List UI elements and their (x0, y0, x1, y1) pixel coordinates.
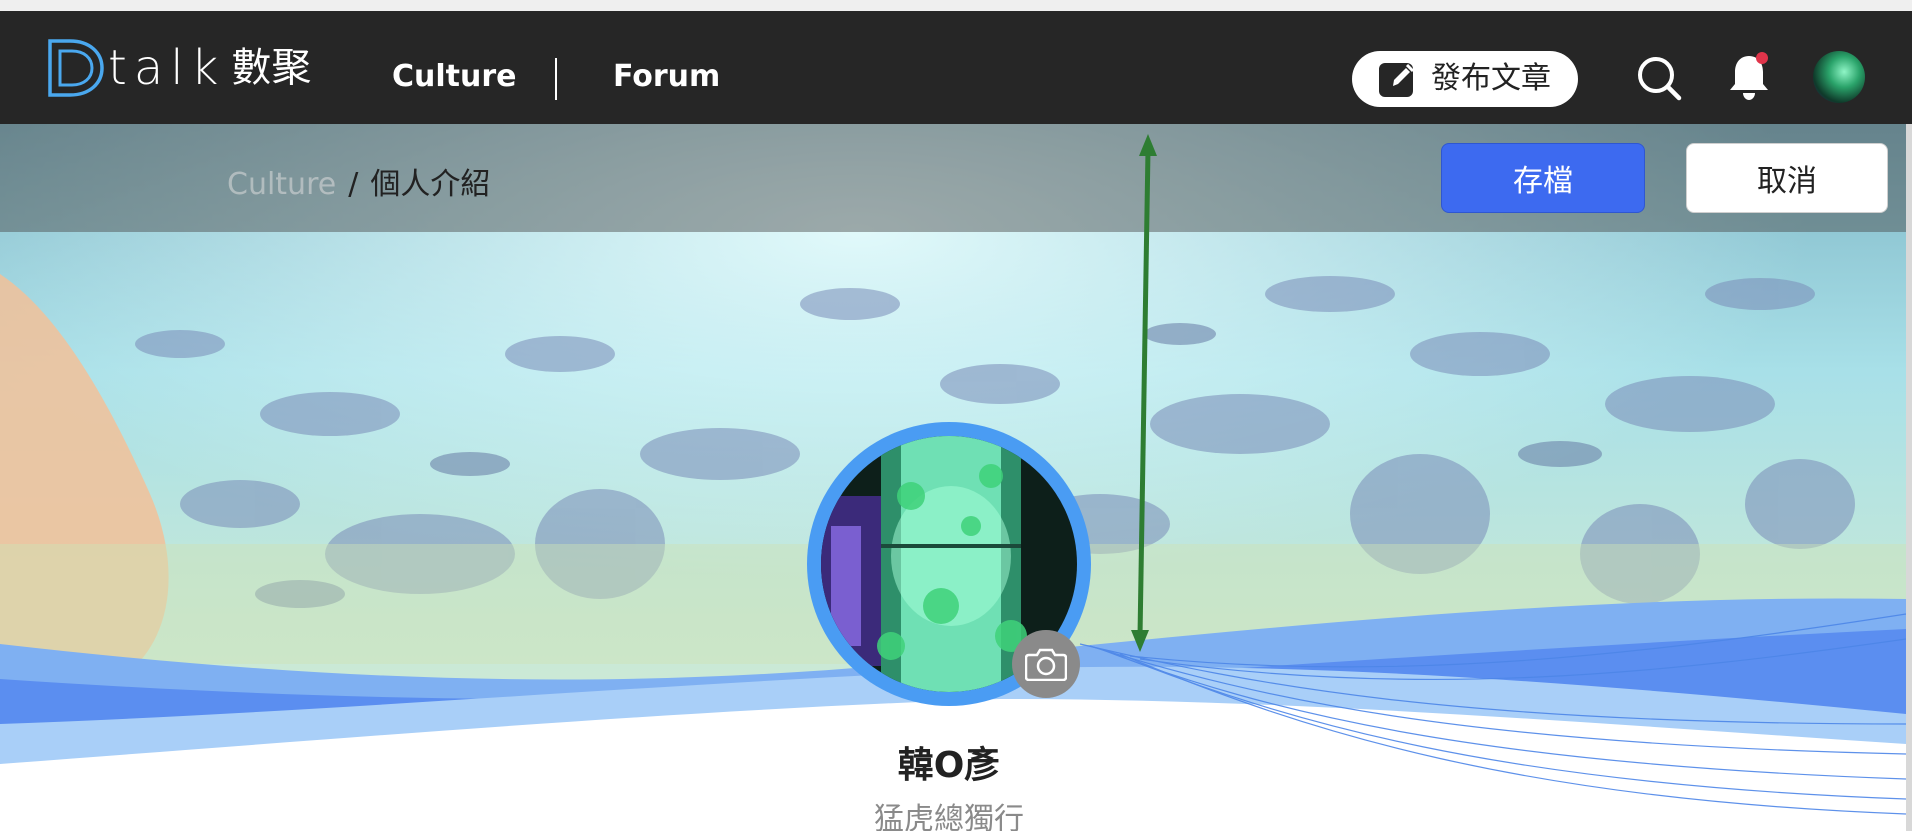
breadcrumb-separator: / (348, 167, 359, 202)
user-avatar[interactable] (1813, 51, 1865, 103)
change-avatar-button[interactable] (1012, 630, 1080, 698)
search-icon[interactable] (1636, 55, 1682, 101)
cancel-button[interactable]: 取消 (1686, 143, 1888, 213)
bell-icon[interactable] (1726, 52, 1772, 102)
publish-article-button[interactable]: 發布文章 (1352, 51, 1578, 107)
edit-icon (1379, 63, 1415, 97)
publish-article-label: 發布文章 (1431, 61, 1551, 96)
nav-link-forum[interactable]: Forum (613, 57, 720, 97)
nav-divider (555, 58, 557, 100)
camera-icon (1025, 648, 1067, 681)
profile-name: 韓O彥 (897, 745, 1001, 786)
nav-link-culture[interactable]: Culture (392, 57, 517, 97)
site-logo[interactable]: talk 數聚 (44, 37, 311, 99)
profile-edit-page: Culture / 個人介紹 存檔 取消 talk 數聚 Culture For… (0, 0, 1912, 831)
breadcrumb-link-culture[interactable]: Culture (227, 165, 336, 205)
save-button[interactable]: 存檔 (1441, 143, 1645, 213)
browser-top-strip (0, 0, 1912, 11)
breadcrumb: Culture / 個人介紹 (227, 165, 490, 205)
top-navbar: talk 數聚 Culture Forum 發布文章 (0, 11, 1912, 124)
breadcrumb-current: 個人介紹 (370, 167, 491, 202)
scrollbar[interactable] (1906, 124, 1912, 831)
notification-dot (1756, 52, 1768, 64)
logo-chinese-text: 數聚 (231, 45, 312, 91)
logo-mark-icon (48, 39, 104, 97)
logo-text: talk (108, 40, 226, 96)
profile-motto: 猛虎總獨行 (874, 802, 1024, 831)
